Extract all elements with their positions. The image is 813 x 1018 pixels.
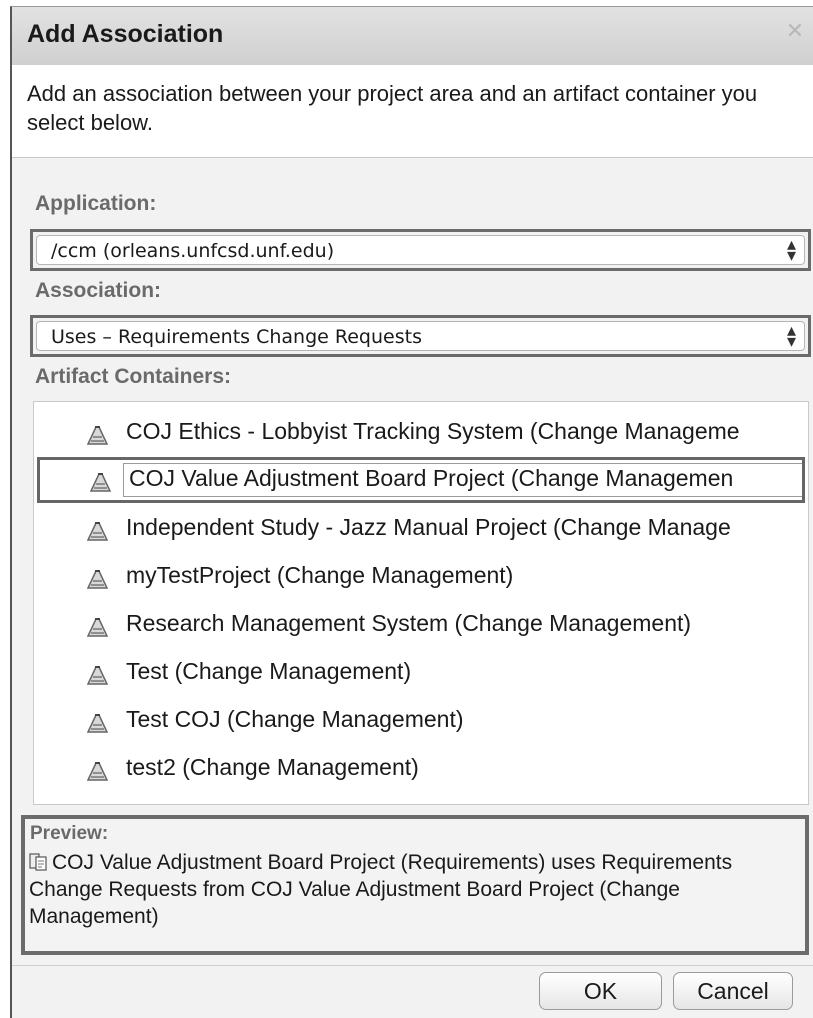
project-area-icon xyxy=(86,618,109,637)
dialog-title: Add Association xyxy=(27,20,224,48)
list-item[interactable]: test2 (Change Management) xyxy=(34,746,808,792)
project-area-icon xyxy=(86,714,109,733)
project-area-icon xyxy=(86,570,109,589)
list-item-label: Research Management System (Change Manag… xyxy=(126,610,692,636)
list-item-label: Test (Change Management) xyxy=(126,658,412,684)
close-icon[interactable]: ✕ xyxy=(785,20,805,42)
list-item[interactable]: Test (Change Management) xyxy=(34,650,808,696)
preview-text-block: COJ Value Adjustment Board Project (Requ… xyxy=(29,849,804,930)
association-select-value: Uses – Requirements Change Requests xyxy=(51,326,422,348)
list-item[interactable]: myTestProject (Change Management) xyxy=(34,554,808,600)
description-area: Add an association between your project … xyxy=(12,65,813,158)
cancel-button[interactable]: Cancel xyxy=(673,972,793,1010)
list-item-label: myTestProject (Change Management) xyxy=(126,562,514,588)
footer-divider xyxy=(12,965,813,966)
association-select-box[interactable]: Uses – Requirements Change Requests ▴ ▾ xyxy=(36,321,805,351)
project-area-icon xyxy=(86,522,109,541)
add-association-dialog: Add Association ✕ Add an association bet… xyxy=(10,6,813,1018)
project-area-icon xyxy=(89,473,112,492)
preview-box: Preview: COJ Value Adjustment Board Proj… xyxy=(21,815,809,955)
list-item-label: Independent Study - Jazz Manual Project … xyxy=(126,514,731,540)
list-item[interactable]: Test COJ (Change Management) xyxy=(34,698,808,744)
application-select[interactable]: /ccm (orleans.unfcsd.unf.edu) ▴ ▾ xyxy=(30,229,811,271)
association-select[interactable]: Uses – Requirements Change Requests ▴ ▾ xyxy=(30,315,811,357)
dialog-titlebar[interactable]: Add Association ✕ xyxy=(12,7,813,66)
list-item-label: test2 (Change Management) xyxy=(126,754,419,780)
requirements-project-icon xyxy=(29,853,47,871)
dialog-description: Add an association between your project … xyxy=(27,81,758,135)
preview-label: Preview: xyxy=(30,823,109,844)
chevron-updown-icon: ▴ ▾ xyxy=(786,320,796,351)
list-item-label: COJ Value Adjustment Board Project (Chan… xyxy=(129,465,734,491)
list-item-selected[interactable]: COJ Value Adjustment Board Project (Chan… xyxy=(37,457,805,503)
chevron-updown-icon: ▴ ▾ xyxy=(786,234,796,265)
ok-button[interactable]: OK xyxy=(539,972,662,1010)
preview-text: COJ Value Adjustment Board Project (Requ… xyxy=(29,851,733,928)
list-item-label: COJ Ethics - Lobbyist Tracking System (C… xyxy=(126,418,740,444)
association-label: Association: xyxy=(35,279,162,302)
project-area-icon xyxy=(86,666,109,685)
list-item[interactable]: Research Management System (Change Manag… xyxy=(34,602,808,648)
list-item[interactable]: Independent Study - Jazz Manual Project … xyxy=(34,506,808,552)
list-item[interactable]: COJ Ethics - Lobbyist Tracking System (C… xyxy=(34,410,808,456)
artifact-containers-list[interactable]: COJ Ethics - Lobbyist Tracking System (C… xyxy=(33,401,809,805)
application-select-box[interactable]: /ccm (orleans.unfcsd.unf.edu) ▴ ▾ xyxy=(36,235,805,265)
project-area-icon xyxy=(86,426,109,445)
artifact-containers-label: Artifact Containers: xyxy=(35,365,232,388)
list-item-label: Test COJ (Change Management) xyxy=(126,706,464,732)
application-label: Application: xyxy=(35,192,157,215)
application-select-value: /ccm (orleans.unfcsd.unf.edu) xyxy=(51,240,335,262)
project-area-icon xyxy=(86,762,109,781)
